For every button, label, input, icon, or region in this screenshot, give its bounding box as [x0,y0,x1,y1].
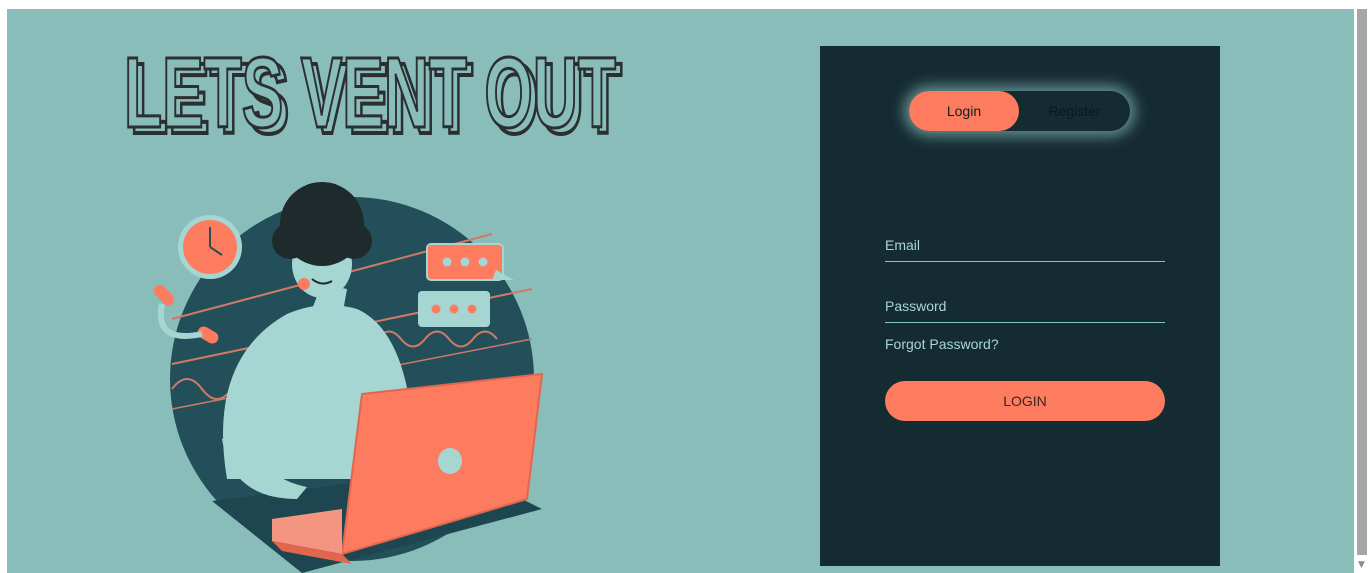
forgot-password-link[interactable]: Forgot Password? [885,336,999,352]
page-background: LETS VENT OUT LETS VENT OUT Login Regist… [7,9,1354,573]
auth-mode-toggle: Login Register [909,91,1130,131]
chat-bubble-icon [418,291,490,327]
clock-icon [178,215,242,279]
password-field[interactable] [885,283,1165,322]
tab-login[interactable]: Login [909,91,1019,131]
chat-bubble-icon [426,243,514,281]
hero-illustration [153,182,544,573]
email-field-wrapper [885,222,1165,262]
deco-pill [153,284,175,306]
tab-register[interactable]: Register [1019,91,1130,131]
vertical-scrollbar[interactable]: ▼ [1354,9,1369,573]
hero-title: LETS VENT OUT LETS VENT OUT [123,36,625,158]
password-field-wrapper [885,283,1165,323]
auth-panel: Login Register Forgot Password? LOGIN [820,46,1220,566]
chevron-down-icon[interactable]: ▼ [1356,560,1367,571]
login-button[interactable]: LOGIN [885,381,1165,421]
scrollbar-thumb[interactable] [1357,9,1367,555]
hero-title-text: LETS VENT OUT [124,37,616,149]
email-field[interactable] [885,222,1165,261]
